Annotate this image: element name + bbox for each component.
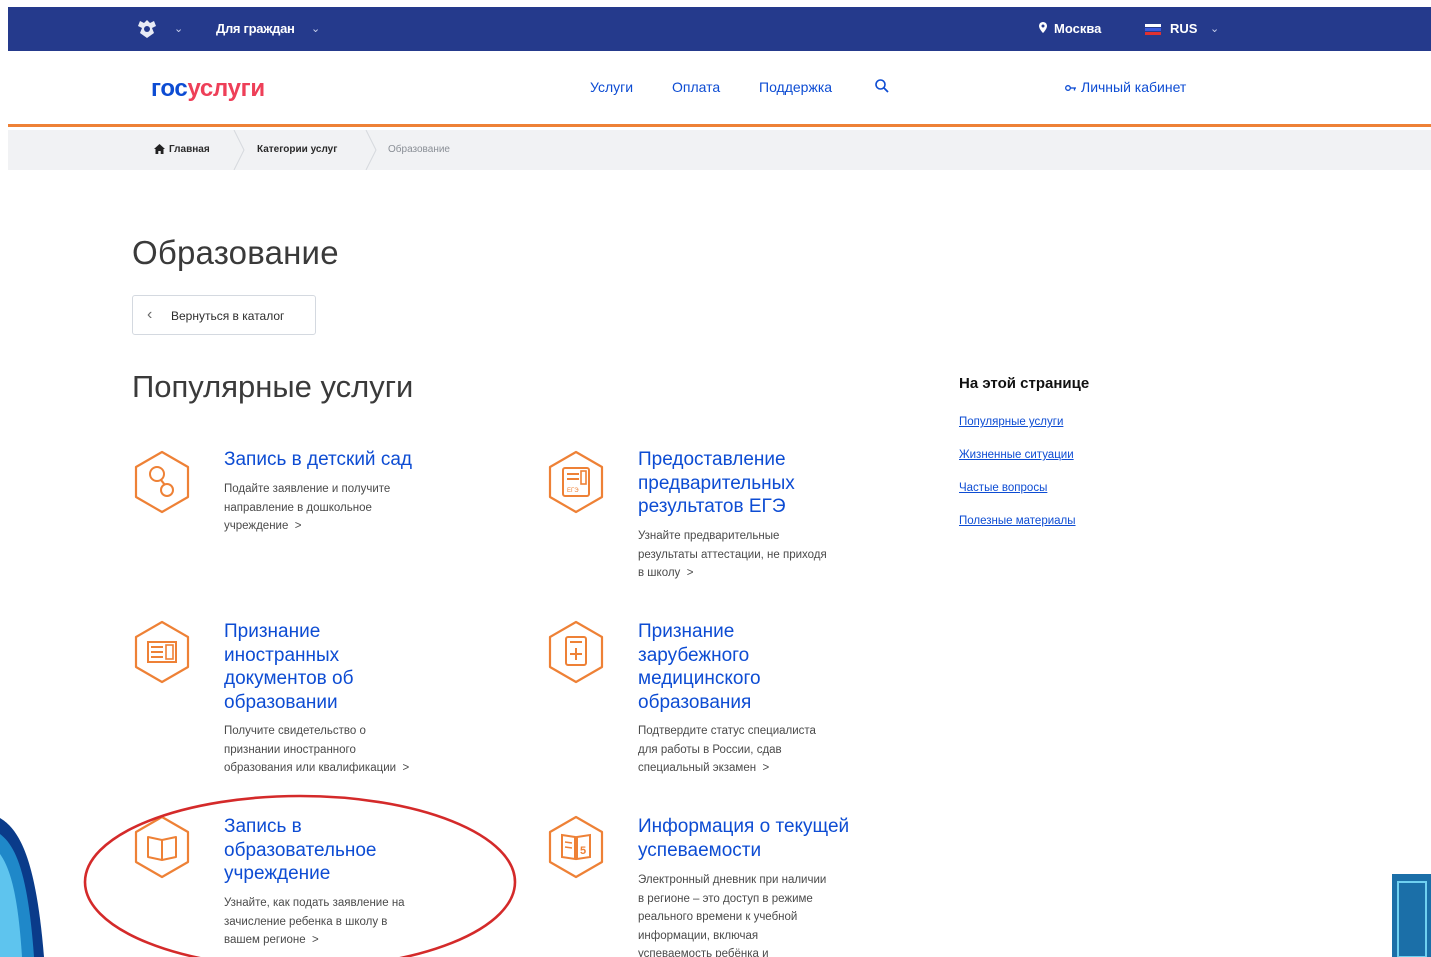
sidebar-link-materials[interactable]: Полезные материалы — [959, 515, 1076, 527]
flag-icon — [1145, 24, 1161, 35]
diploma-icon — [134, 620, 190, 684]
citizens-menu[interactable]: Для граждан — [216, 21, 295, 36]
chevron-down-icon[interactable]: ⌄ — [174, 22, 183, 35]
gosuslugi-logo[interactable]: госуслуги — [151, 75, 265, 103]
service-title[interactable]: Запись в детский сад — [224, 448, 412, 472]
service-title[interactable]: Информация о текущей успеваемости — [638, 815, 849, 862]
breadcrumb: Главная Категории услуг Образование — [8, 130, 1431, 170]
chevron-right-icon: > — [762, 762, 770, 774]
sidebar-link-situations[interactable]: Жизненные ситуации — [959, 449, 1074, 461]
site-header: госуслуги Услуги Оплата Поддержка Личный… — [8, 51, 1431, 127]
highlight-oval — [83, 794, 517, 957]
personal-account-link[interactable]: Личный кабинет — [1065, 79, 1186, 95]
exam-certificate-icon: ЕГЭ — [548, 450, 604, 514]
service-description[interactable]: Электронный дневник при наличии в регион… — [638, 871, 826, 957]
service-title[interactable]: Признание иностранных документов об обра… — [224, 620, 353, 714]
nav-support[interactable]: Поддержка — [759, 79, 832, 95]
emblem-icon[interactable] — [134, 18, 160, 40]
medical-document-icon — [548, 620, 604, 684]
breadcrumb-categories[interactable]: Категории услуг — [257, 144, 337, 155]
search-icon[interactable] — [874, 78, 890, 94]
language-selector[interactable]: RUS — [1170, 21, 1197, 36]
service-description[interactable]: Получите свидетельство о признании иност… — [224, 722, 409, 778]
sidebar-title: На этой странице — [959, 375, 1090, 392]
service-description[interactable]: Узнайте предварительные результаты аттес… — [638, 527, 827, 583]
city-selector[interactable]: Москва — [1054, 21, 1101, 36]
sidebar-link-faq[interactable]: Частые вопросы — [959, 482, 1047, 494]
service-description[interactable]: Подтвердите статус специалиста для работ… — [638, 722, 816, 778]
svg-text:ЕГЭ: ЕГЭ — [567, 488, 579, 494]
service-title[interactable]: Признание зарубежного медицинского образ… — [638, 620, 761, 714]
sidebar-link-popular[interactable]: Популярные услуги — [959, 416, 1063, 428]
home-icon — [154, 144, 165, 154]
service-description[interactable]: Подайте заявление и получите направление… — [224, 480, 390, 536]
svg-text:5: 5 — [580, 845, 586, 857]
service-title[interactable]: Предоставление предварительных результат… — [638, 448, 795, 519]
page-title: Образование — [132, 234, 339, 271]
popular-services-heading: Популярные услуги — [132, 369, 414, 404]
breadcrumb-separator — [365, 130, 377, 170]
decorative-corner-right — [1392, 874, 1431, 957]
gradebook-icon: 5 — [548, 815, 604, 879]
back-to-catalog-button[interactable]: ‹ Вернуться в каталог — [132, 295, 316, 335]
key-icon — [1065, 85, 1076, 92]
chevron-right-icon: > — [686, 567, 694, 579]
chevron-right-icon: > — [402, 762, 410, 774]
top-bar: ⌄ Для граждан ⌄ Москва RUS ⌄ — [8, 7, 1431, 51]
nav-payment[interactable]: Оплата — [672, 79, 720, 95]
baby-rattle-icon — [134, 450, 190, 514]
nav-services[interactable]: Услуги — [590, 79, 633, 95]
chevron-left-icon: ‹ — [147, 306, 153, 323]
decorative-corner-left — [0, 818, 44, 957]
chevron-right-icon: > — [294, 520, 302, 532]
chevron-down-icon[interactable]: ⌄ — [311, 22, 320, 35]
chevron-down-icon[interactable]: ⌄ — [1210, 22, 1219, 35]
location-pin-icon — [1039, 22, 1047, 33]
breadcrumb-separator — [233, 130, 245, 170]
breadcrumb-home[interactable]: Главная — [169, 144, 210, 155]
breadcrumb-current: Образование — [388, 144, 450, 155]
